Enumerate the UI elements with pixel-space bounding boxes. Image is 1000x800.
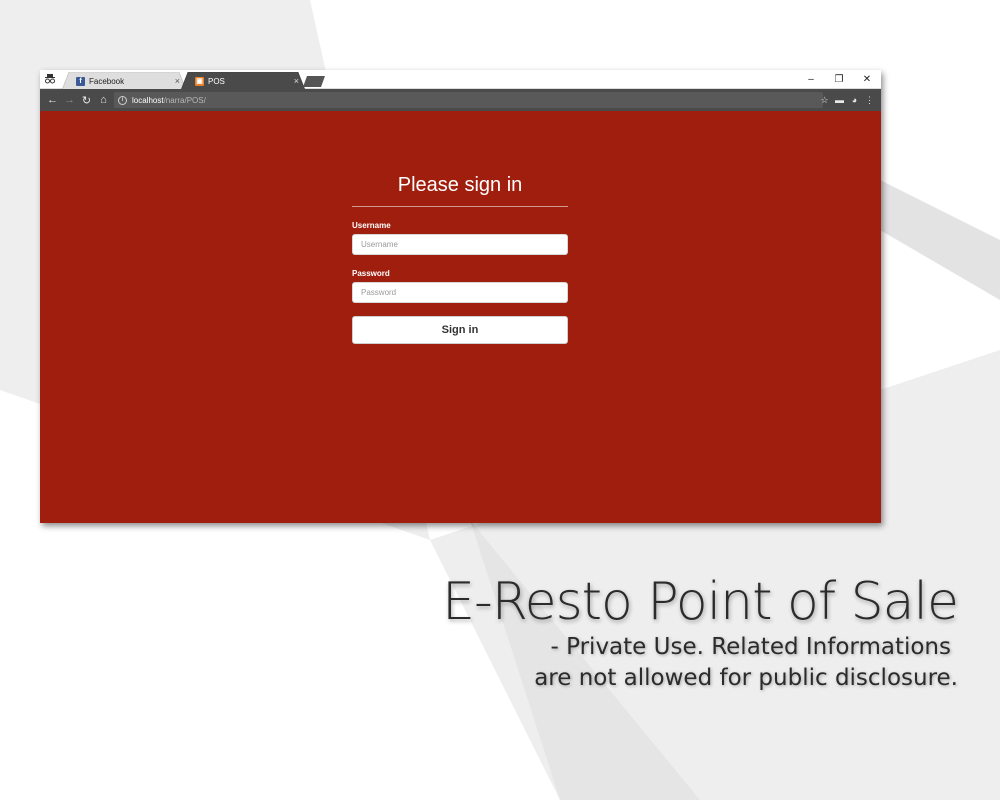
- profile-icon[interactable]: ◕: [847, 92, 862, 108]
- tab-strip: f Facebook × ▣ POS × – ❐ ✕: [40, 70, 881, 90]
- caption-line-1: - Private Use. Related Informations: [550, 634, 951, 660]
- facebook-favicon-icon: f: [76, 76, 85, 86]
- new-tab-icon[interactable]: [303, 76, 325, 87]
- url-path: /narra/POS/: [163, 95, 206, 105]
- reload-icon[interactable]: ↻: [78, 92, 95, 108]
- extension-icon[interactable]: ▬: [832, 92, 847, 108]
- address-bar[interactable]: i localhost/narra/POS/: [114, 92, 823, 108]
- tab-facebook[interactable]: f Facebook ×: [62, 72, 186, 90]
- minimize-icon[interactable]: –: [797, 70, 825, 88]
- browser-window: f Facebook × ▣ POS × – ❐ ✕ ← → ↻ ⌂ i loc…: [40, 70, 881, 523]
- username-input[interactable]: [352, 234, 568, 255]
- close-window-icon[interactable]: ✕: [853, 70, 881, 88]
- password-input[interactable]: [352, 282, 568, 303]
- toolbar-actions: ☆ ▬ ◕ ⋮: [817, 92, 877, 108]
- sign-in-button[interactable]: Sign in: [352, 316, 568, 344]
- browser-toolbar: ← → ↻ ⌂ i localhost/narra/POS/ ☆ ▬ ◕ ⋮: [40, 89, 881, 111]
- url-host: localhost: [132, 95, 164, 105]
- window-controls: – ❐ ✕: [797, 70, 881, 88]
- tab-title: Facebook: [89, 76, 125, 86]
- caption: E-Resto Point of Sale - Private Use. Rel…: [442, 572, 959, 694]
- pos-favicon-icon: ▣: [195, 76, 204, 86]
- restore-icon[interactable]: ❐: [825, 70, 853, 88]
- forward-icon[interactable]: →: [61, 92, 78, 108]
- tab-close-icon[interactable]: ×: [294, 76, 299, 86]
- bookmark-star-icon[interactable]: ☆: [817, 92, 832, 108]
- tab-close-icon[interactable]: ×: [175, 76, 180, 86]
- back-icon[interactable]: ←: [44, 92, 61, 108]
- password-label: Password: [352, 269, 390, 278]
- tab-pos[interactable]: ▣ POS ×: [181, 72, 305, 90]
- home-icon[interactable]: ⌂: [95, 92, 112, 108]
- tab-title: POS: [208, 76, 225, 86]
- login-form: Please sign in Username Password Sign in: [352, 173, 568, 344]
- page-content: Please sign in Username Password Sign in: [40, 111, 881, 523]
- caption-line-2: are not allowed for public disclosure.: [534, 665, 958, 691]
- info-icon[interactable]: i: [118, 95, 127, 105]
- menu-icon[interactable]: ⋮: [862, 92, 877, 108]
- incognito-icon[interactable]: [44, 73, 56, 85]
- login-heading: Please sign in: [352, 173, 568, 207]
- caption-title: E-Resto Point of Sale: [442, 572, 959, 632]
- username-label: Username: [352, 221, 391, 230]
